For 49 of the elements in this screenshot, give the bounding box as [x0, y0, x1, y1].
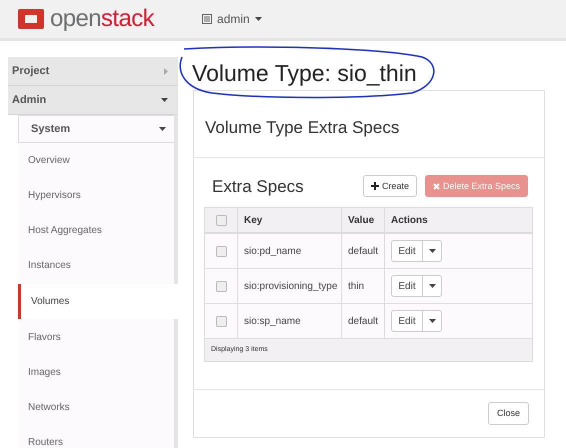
caret-icon — [159, 127, 166, 131]
checkbox[interactable] — [216, 246, 226, 256]
list-icon — [202, 14, 212, 24]
sidebar-item[interactable]: Flavors — [18, 320, 174, 355]
close-icon — [432, 182, 440, 190]
table-cell-text: thin — [348, 280, 364, 294]
table-cell-text: sio:pd_name — [244, 244, 302, 258]
close-button[interactable]: Close — [488, 402, 529, 425]
modal-title: Volume Type Extra Specs — [194, 91, 544, 158]
sidebar-panel-header[interactable]: Project — [8, 57, 178, 86]
column-header: Value — [348, 214, 374, 228]
caret-icon — [161, 98, 168, 102]
sidebar-panel-header[interactable]: Admin — [8, 86, 178, 115]
table-cell-text: default — [348, 244, 378, 258]
column-header: Key — [244, 214, 262, 228]
edit-button[interactable]: Edit — [391, 240, 423, 262]
plus-icon — [370, 182, 379, 190]
checkbox[interactable] — [216, 214, 226, 226]
table-cell-text: sio:provisioning_type — [244, 280, 338, 294]
dropdown-toggle[interactable] — [423, 275, 442, 297]
sidebar-item[interactable]: Hypervisors — [18, 178, 174, 213]
sidebar-item[interactable]: Host Aggregates — [18, 213, 174, 248]
caret-icon — [428, 284, 436, 288]
chevron-right-icon — [164, 68, 168, 74]
column-header: Actions — [391, 214, 428, 228]
project-menu[interactable]: admin — [202, 10, 262, 28]
sidebar-group-header[interactable]: System — [18, 115, 174, 143]
sidebar-item[interactable]: Instances — [18, 248, 174, 283]
caret-icon — [428, 249, 436, 253]
page-title: Volume Type: sio_thin — [192, 59, 417, 88]
sidebar-item[interactable]: Volumes — [18, 284, 178, 319]
sidebar-item[interactable]: Routers — [18, 425, 174, 448]
dropdown-toggle[interactable] — [423, 310, 442, 332]
edit-button[interactable]: Edit — [391, 310, 423, 332]
table-cell-text: default — [348, 314, 378, 328]
sidebar-item[interactable]: Overview — [18, 143, 174, 178]
logo-text: openstack — [50, 7, 154, 31]
caret-icon — [428, 319, 436, 323]
sidebar-item[interactable]: Networks — [18, 390, 174, 425]
sidebar-item[interactable]: Images — [18, 355, 174, 390]
logo-icon — [18, 7, 44, 31]
section-title: Extra Specs — [211, 176, 305, 198]
table-cell-text: sio:sp_name — [244, 314, 301, 328]
create-button[interactable]: Create — [362, 175, 417, 198]
checkbox[interactable] — [216, 280, 226, 292]
dropdown-toggle[interactable] — [423, 240, 442, 262]
caret-icon — [254, 17, 262, 21]
checkbox[interactable] — [216, 316, 226, 326]
edit-button[interactable]: Edit — [391, 275, 423, 297]
